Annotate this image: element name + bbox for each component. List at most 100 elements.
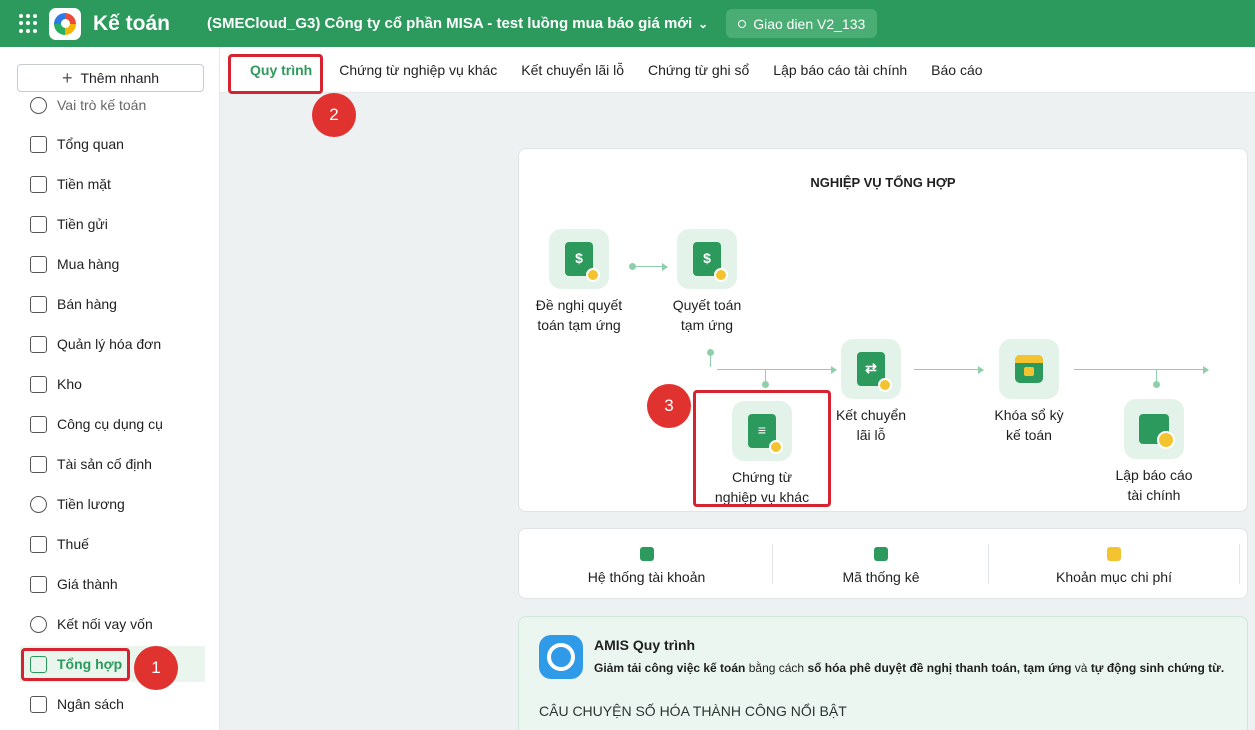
transfer-icon: ⇄ [841, 339, 901, 399]
tools-icon [30, 415, 47, 433]
node-label: Khóa sổ kỳ [994, 407, 1064, 423]
sidebar-item-7[interactable]: Công cụ dụng cụ [20, 406, 205, 442]
misa-logo-icon [49, 7, 81, 40]
amis-card: AMIS Quy trình Giảm tải công việc kế toá… [518, 616, 1248, 730]
sidebar-item-partial[interactable]: Vai trò kế toán [20, 95, 205, 115]
quick-link-label: Mã thống kê [842, 569, 920, 585]
sidebar-item-11[interactable]: Giá thành [20, 566, 205, 602]
sidebar-item-8[interactable]: Tài sản cố định [20, 446, 205, 482]
sidebar-item-label: Thuế [57, 536, 89, 552]
tab-bao-cao[interactable]: Báo cáo [919, 47, 994, 93]
tab-chung-tu-ghi-so[interactable]: Chứng từ ghi sổ [636, 47, 761, 93]
quick-links-card: Hệ thống tài khoản Mã thống kê Khoản mục… [518, 528, 1248, 599]
expense-icon [1107, 547, 1121, 561]
truck-icon [30, 455, 47, 473]
tab-ket-chuyen-lai-lo[interactable]: Kết chuyển lãi lỗ [509, 47, 636, 93]
sidebar-item-1[interactable]: Tiền mặt [20, 166, 205, 202]
step-badge-2: 2 [312, 93, 356, 137]
connector-line [1074, 369, 1204, 370]
app-title: Kế toán [93, 11, 171, 35]
sidebar-item-label: Tài sản cố định [57, 456, 152, 472]
node-lap-bao-cao-tai-chinh[interactable]: Lập báo cáo tài chính [1094, 399, 1214, 505]
node-khoa-so-ky-ke-toan[interactable]: Khóa sổ kỳ kế toán [969, 339, 1089, 445]
top-bar: Kế toán (SMECloud_G3) Công ty cổ phần MI… [0, 0, 1255, 47]
status-dot-icon [738, 19, 747, 28]
sidebar-item-10[interactable]: Thuế [20, 526, 205, 562]
quick-link-khoan-muc-chi-phi[interactable]: Khoản mục chi phí [988, 529, 1240, 599]
module-tabs: Quy trình Chứng từ nghiệp vụ khác Kết ch… [220, 47, 1255, 93]
connector-line [710, 352, 711, 367]
sidebar-item-4[interactable]: Bán hàng [20, 286, 205, 322]
cash-icon [30, 175, 47, 193]
amis-desc-part: bằng cách [745, 661, 808, 675]
divider [772, 544, 773, 584]
highlight-box-quy-trinh [228, 54, 323, 94]
quick-link-label: Khoản mục chi phí [1056, 569, 1172, 585]
quick-link-he-thong-tai-khoan[interactable]: Hệ thống tài khoản [519, 529, 774, 599]
sidebar: Vai trò kế toán + Thêm nhanh Tổng quan Ti… [0, 47, 220, 730]
code-icon [874, 547, 888, 561]
sidebar-item-5[interactable]: Quản lý hóa đơn [20, 326, 205, 362]
quick-link-ma-thong-ke[interactable]: Mã thống kê [774, 529, 988, 599]
sidebar-item-label: Tiền mặt [57, 176, 111, 192]
tab-lap-bao-cao-tai-chinh[interactable]: Lập báo cáo tài chính [761, 47, 919, 93]
sidebar-item-label: Vai trò kế toán [57, 97, 147, 113]
role-icon [30, 96, 47, 114]
node-label: Lập báo cáo [1115, 467, 1193, 483]
sidebar-item-9[interactable]: Tiền lương [20, 486, 205, 522]
app-grid-icon[interactable] [19, 13, 39, 34]
quick-add-button[interactable]: + Thêm nhanh [17, 64, 204, 92]
process-card: NGHIỆP VỤ TỔNG HỢP $ Đề nghị quyết toán … [518, 148, 1248, 512]
advance-settlement-icon: $ [677, 229, 737, 289]
sidebar-item-label: Tiền gửi [57, 216, 108, 232]
tag-icon [30, 575, 47, 593]
shopping-bag-icon [30, 255, 47, 273]
node-de-nghi-quyet-toan[interactable]: $ Đề nghị quyết toán tạm ứng [519, 229, 639, 335]
arrow-icon [1203, 366, 1209, 374]
ui-version-pill[interactable]: Giao dien V2_133 [726, 9, 878, 38]
sidebar-item-label: Quản lý hóa đơn [57, 336, 162, 352]
quick-link-label: Hệ thống tài khoản [587, 569, 706, 585]
sidebar-item-0[interactable]: Tổng quan [20, 126, 205, 162]
sidebar-item-12[interactable]: Kết nối vay vốn [20, 606, 205, 642]
advance-request-icon: $ [549, 229, 609, 289]
divider [1239, 544, 1240, 584]
sidebar-item-3[interactable]: Mua hàng [20, 246, 205, 282]
sidebar-item-label: Giá thành [57, 576, 118, 592]
amis-desc-part: và [1071, 661, 1091, 675]
plus-icon: + [61, 68, 73, 88]
amis-description: Giảm tải công việc kế toán bằng cách số … [594, 661, 1224, 675]
node-label: tạm ứng [680, 317, 734, 333]
step-badge-1: 1 [134, 646, 178, 690]
highlight-box-tong-hop [21, 648, 130, 681]
report-board-icon [1124, 399, 1184, 459]
node-label: toán tạm ứng [537, 317, 621, 333]
sidebar-item-label: Tiền lương [57, 496, 125, 512]
dashboard-icon [30, 135, 47, 153]
amis-logo-icon [539, 635, 583, 679]
sidebar-item-label: Bán hàng [57, 296, 117, 312]
node-quyet-toan-tam-ung[interactable]: $ Quyết toán tạm ứng [647, 229, 767, 335]
sidebar-item-14[interactable]: Ngân sách [20, 686, 205, 722]
amis-story-heading: CÂU CHUYỆN SỐ HÓA THÀNH CÔNG NỔI BẬT [539, 703, 847, 719]
sidebar-item-2[interactable]: Tiền gửi [20, 206, 205, 242]
connector-dot [762, 381, 769, 388]
node-label: tài chính [1127, 487, 1181, 503]
connector-dot [1153, 381, 1160, 388]
sidebar-item-label: Mua hàng [57, 256, 120, 272]
tax-icon [30, 535, 47, 553]
sidebar-item-label: Kết nối vay vốn [57, 616, 153, 632]
company-selector[interactable]: (SMECloud_G3) Công ty cổ phần MISA - tes… [207, 15, 708, 32]
step-badge-3: 3 [647, 384, 691, 428]
account-system-icon [639, 547, 654, 561]
company-name: (SMECloud_G3) Công ty cổ phần MISA - tes… [207, 15, 693, 32]
budget-icon [30, 695, 47, 713]
tab-chung-tu-nghiep-vu-khac[interactable]: Chứng từ nghiệp vụ khác [327, 47, 509, 93]
process-title: NGHIỆP VỤ TỔNG HỢP [810, 175, 956, 190]
amis-desc-part: tự động sinh chứng từ. [1090, 661, 1225, 675]
highlight-box-chung-tu [693, 390, 831, 507]
sidebar-item-6[interactable]: Kho [20, 366, 205, 402]
chevron-down-icon: ⌄ [698, 16, 709, 31]
sidebar-item-label: Ngân sách [57, 696, 124, 712]
warehouse-icon [30, 375, 47, 393]
